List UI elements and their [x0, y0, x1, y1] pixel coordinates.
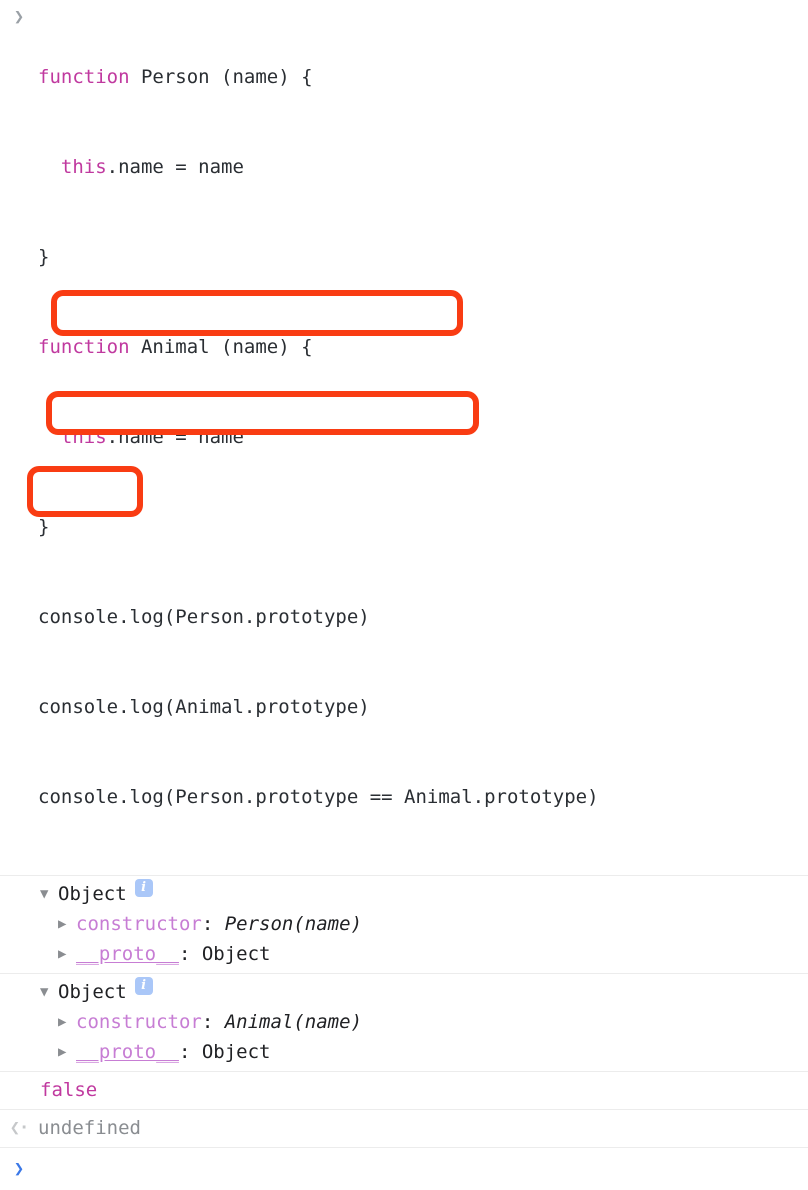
code-token: function [38, 336, 130, 358]
property-value[interactable]: Object [202, 1037, 271, 1067]
object-header-row[interactable]: Object i [0, 879, 808, 909]
property-value[interactable]: Animal(name) [225, 1007, 362, 1037]
code-line: console.log(Person.prototype) [38, 602, 808, 632]
code-token: .name = name [107, 426, 244, 448]
chevron-right-history-icon: ❯ [0, 2, 38, 32]
property-colon: : [179, 1037, 202, 1067]
code-token: console.log(Person.prototype) [38, 606, 370, 628]
console-return-value-row: ❮· undefined [0, 1110, 808, 1148]
code-token: this [61, 156, 107, 178]
property-value[interactable]: Person(name) [225, 909, 362, 939]
expand-triangle-icon[interactable] [58, 909, 76, 939]
code-token: Animal (name) { [130, 336, 313, 358]
code-token: Person (name) { [130, 66, 313, 88]
object-property-row[interactable]: constructor : Person(name) [0, 909, 808, 939]
property-key: __proto__ [76, 939, 179, 969]
code-token: function [38, 66, 130, 88]
property-colon: : [179, 939, 202, 969]
object-label: Object [58, 977, 127, 1007]
code-line: console.log(Animal.prototype) [38, 692, 808, 722]
property-key: __proto__ [76, 1037, 179, 1067]
code-line: console.log(Person.prototype == Animal.p… [38, 782, 808, 812]
console-prompt-row[interactable]: ❯ [0, 1148, 808, 1190]
code-line: function Animal (name) { [38, 332, 808, 362]
info-icon[interactable]: i [135, 977, 153, 995]
info-icon[interactable]: i [135, 879, 153, 897]
code-token [38, 156, 61, 178]
code-token: .name = name [107, 156, 244, 178]
object-label: Object [58, 879, 127, 909]
expand-triangle-icon[interactable] [58, 939, 76, 969]
expand-triangle-icon[interactable] [40, 977, 58, 1007]
code-line: } [38, 242, 808, 272]
devtools-console-panel[interactable]: ❯ function Person (name) { this.name = n… [0, 0, 808, 598]
property-value[interactable]: Object [202, 939, 271, 969]
code-token: console.log(Animal.prototype) [38, 696, 370, 718]
console-output-object-2[interactable]: Object i constructor : Animal(name) __pr… [0, 974, 808, 1072]
code-token: } [38, 516, 49, 538]
code-line: function Person (name) { [38, 62, 808, 92]
property-key: constructor [76, 909, 202, 939]
code-token: } [38, 246, 49, 268]
code-token: console.log(Person.prototype == Animal.p… [38, 786, 599, 808]
code-token [38, 426, 61, 448]
expand-triangle-icon[interactable] [58, 1007, 76, 1037]
property-colon: : [202, 1007, 225, 1037]
code-line: this.name = name [38, 422, 808, 452]
chevron-left-result-icon: ❮· [0, 1113, 38, 1143]
property-colon: : [202, 909, 225, 939]
object-property-row[interactable]: constructor : Animal(name) [0, 1007, 808, 1037]
expand-triangle-icon[interactable] [58, 1037, 76, 1067]
expand-triangle-icon[interactable] [40, 879, 58, 909]
console-output-object-1[interactable]: Object i constructor : Person(name) __pr… [0, 876, 808, 974]
code-token: this [61, 426, 107, 448]
console-output-boolean[interactable]: false [0, 1072, 808, 1110]
code-line: this.name = name [38, 152, 808, 182]
object-property-row[interactable]: __proto__ : Object [0, 1037, 808, 1067]
code-line: } [38, 512, 808, 542]
return-value: undefined [38, 1113, 141, 1143]
object-header-row[interactable]: Object i [0, 977, 808, 1007]
console-input-code[interactable]: function Person (name) { this.name = nam… [38, 2, 808, 872]
boolean-value: false [38, 1075, 97, 1105]
console-input-block[interactable]: ❯ function Person (name) { this.name = n… [0, 0, 808, 876]
boolean-gutter-spacer [0, 1075, 38, 1105]
chevron-right-prompt-icon: ❯ [0, 1154, 38, 1184]
property-key: constructor [76, 1007, 202, 1037]
object-property-row[interactable]: __proto__ : Object [0, 939, 808, 969]
